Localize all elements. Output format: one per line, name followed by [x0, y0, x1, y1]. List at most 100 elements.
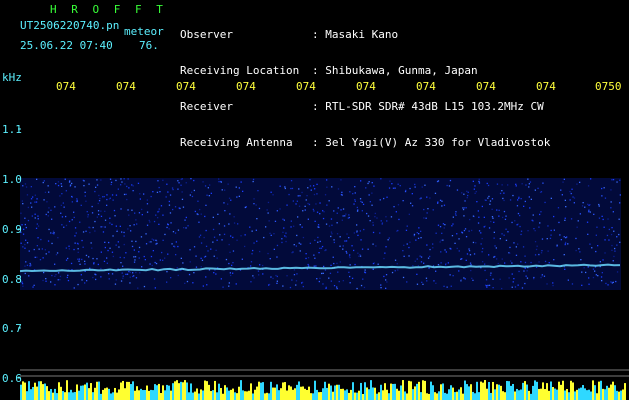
level-bar	[306, 389, 308, 400]
noise-dot	[481, 251, 483, 253]
noise-dot	[379, 232, 381, 234]
noise-dot	[496, 258, 498, 260]
level-bar	[288, 385, 290, 400]
level-bar	[330, 385, 332, 400]
noise-dot	[174, 246, 176, 248]
noise-dot	[324, 249, 326, 252]
noise-dot	[383, 275, 385, 278]
noise-dot	[51, 242, 53, 245]
noise-dot	[517, 212, 520, 215]
noise-dot	[341, 194, 343, 196]
noise-dot	[299, 224, 301, 226]
noise-dot	[442, 239, 444, 241]
noise-dot	[218, 178, 220, 180]
noise-dot	[97, 210, 100, 212]
level-bar	[502, 391, 504, 400]
noise-dot	[228, 197, 231, 199]
noise-dot	[78, 258, 81, 260]
noise-dot	[490, 272, 492, 274]
noise-dot	[501, 184, 503, 186]
noise-dot	[590, 178, 592, 180]
noise-dot	[185, 216, 187, 219]
noise-dot	[587, 185, 590, 187]
noise-dot	[472, 180, 474, 182]
noise-dot	[476, 201, 478, 203]
noise-dot	[369, 201, 371, 203]
noise-dot	[433, 280, 435, 282]
noise-dot	[77, 258, 79, 260]
noise-dot	[138, 212, 141, 214]
level-bar	[438, 391, 440, 400]
level-bar	[570, 380, 572, 400]
noise-dot	[316, 211, 319, 213]
noise-dot	[496, 209, 498, 211]
noise-dot	[491, 216, 494, 218]
noise-dot	[564, 242, 567, 245]
noise-dot	[379, 199, 381, 201]
noise-dot	[48, 251, 50, 253]
noise-dot	[96, 258, 98, 260]
noise-dot	[187, 225, 189, 227]
noise-dot	[339, 261, 341, 263]
noise-dot	[217, 213, 219, 215]
noise-dot	[472, 241, 475, 244]
noise-dot	[333, 262, 335, 265]
noise-dot	[380, 287, 382, 289]
noise-dot	[180, 257, 182, 259]
noise-dot	[532, 220, 534, 222]
noise-dot	[284, 186, 286, 188]
noise-dot	[253, 277, 255, 279]
noise-dot	[397, 204, 400, 206]
noise-dot	[616, 181, 618, 183]
antenna-value: : 3el Yagi(V) Az 330 for Vladivostok	[312, 136, 551, 149]
noise-dot	[267, 212, 269, 214]
noise-dot	[120, 208, 122, 210]
noise-dot	[120, 280, 123, 282]
noise-dot	[30, 202, 32, 204]
noise-dot	[466, 197, 468, 199]
noise-dot	[167, 223, 169, 225]
noise-dot	[336, 287, 338, 290]
level-bar	[440, 384, 442, 400]
noise-dot	[404, 190, 407, 193]
noise-dot	[439, 241, 441, 243]
time-tick-1: 074	[56, 80, 76, 93]
noise-dot	[528, 186, 530, 188]
level-bar	[162, 385, 164, 400]
level-bar	[316, 389, 318, 400]
level-bar	[144, 390, 146, 400]
noise-dot	[468, 248, 470, 250]
noise-dot	[602, 259, 604, 261]
level-bar	[536, 381, 538, 400]
noise-dot	[342, 280, 344, 282]
noise-dot	[562, 181, 564, 183]
noise-dot	[296, 234, 298, 237]
noise-dot	[472, 279, 474, 281]
noise-dot	[462, 208, 465, 211]
level-bar	[44, 383, 46, 400]
noise-dot	[169, 212, 172, 214]
noise-dot	[143, 285, 146, 288]
level-bar	[546, 383, 548, 400]
noise-dot	[368, 181, 370, 183]
noise-dot	[521, 183, 523, 185]
noise-dot	[489, 274, 492, 276]
noise-dot	[91, 212, 94, 214]
level-bar	[36, 386, 38, 400]
noise-dot	[486, 182, 488, 185]
noise-dot	[315, 203, 317, 205]
noise-dot	[514, 286, 517, 288]
noise-dot	[251, 253, 253, 255]
noise-dot	[576, 183, 578, 185]
noise-dot	[272, 277, 274, 280]
level-bar	[494, 389, 496, 400]
noise-dot	[170, 277, 172, 279]
noise-dot	[96, 216, 98, 218]
noise-dot	[305, 257, 307, 260]
noise-dot	[157, 180, 159, 182]
noise-dot	[168, 200, 170, 203]
noise-dot	[233, 216, 235, 218]
noise-dot	[96, 179, 98, 181]
level-bar	[296, 384, 298, 400]
noise-dot	[69, 184, 72, 186]
